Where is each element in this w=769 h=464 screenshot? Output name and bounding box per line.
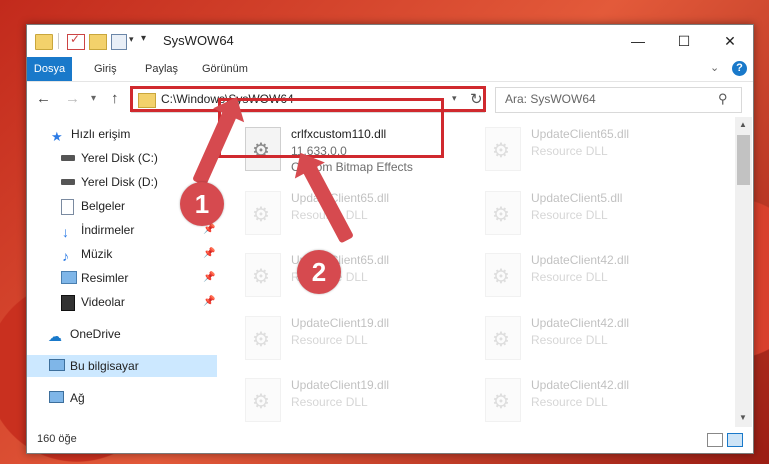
properties-check-icon[interactable] — [67, 32, 85, 50]
help-icon[interactable]: ? — [732, 61, 747, 76]
file-name: UpdateClient42.dll — [531, 316, 630, 330]
tiles-view-icon[interactable] — [727, 433, 743, 447]
dll-file-icon — [245, 378, 281, 422]
file-name: UpdateClient65.dll — [531, 127, 630, 141]
file-item[interactable]: UpdateClient19.dll Resource DLL — [219, 310, 449, 370]
star-icon: ★ — [51, 129, 63, 144]
file-item[interactable]: UpdateClient65.dll Resource DLL — [459, 121, 689, 181]
computer-icon — [49, 359, 65, 371]
tab-share[interactable]: Paylaş — [135, 57, 188, 81]
dll-file-icon — [485, 316, 521, 360]
sidebar-item-network[interactable]: Ağ — [27, 387, 217, 409]
file-description: Resource DLL — [291, 333, 368, 347]
dll-file-icon — [485, 378, 521, 422]
documents-icon — [61, 199, 74, 215]
step-1-badge: 1 — [180, 182, 224, 226]
pin-icon[interactable]: 📌 — [203, 243, 215, 265]
dll-file-icon — [245, 316, 281, 360]
file-item[interactable]: UpdateClient42.dll Resource DLL — [459, 372, 689, 427]
sidebar-item-quick-access[interactable]: ★ Hızlı erişim — [27, 123, 217, 145]
file-item[interactable]: UpdateClient42.dll Resource DLL — [459, 247, 689, 307]
sidebar-item-local-disk-c[interactable]: Yerel Disk (C:) — [27, 147, 217, 169]
file-description: Resource DLL — [531, 270, 608, 284]
sidebar-item-videos[interactable]: Videolar 📌 — [27, 291, 217, 313]
expand-ribbon-icon[interactable]: ⌄ — [710, 61, 719, 74]
vertical-scrollbar[interactable]: ▲ ▼ — [735, 117, 752, 427]
chevron-down-icon[interactable]: ▾ — [129, 34, 134, 45]
drive-icon — [61, 155, 75, 161]
scroll-up-icon[interactable]: ▲ — [739, 120, 747, 129]
window-title: SysWOW64 — [163, 33, 234, 48]
sidebar-item-this-pc[interactable]: Bu bilgisayar — [27, 355, 217, 377]
close-button[interactable]: ✕ — [707, 25, 753, 57]
file-description: Resource DLL — [531, 333, 608, 347]
drive-icon — [61, 179, 75, 185]
dll-file-icon — [485, 191, 521, 235]
title-bar: ▾ ▾ SysWOW64 — ☐ ✕ — [27, 25, 753, 57]
file-name: UpdateClient65.dll — [291, 191, 390, 205]
sidebar-item-onedrive[interactable]: ☁ OneDrive — [27, 323, 217, 345]
file-name: UpdateClient42.dll — [531, 378, 630, 392]
file-description: Resource DLL — [291, 395, 368, 409]
forward-arrow-icon[interactable]: → — [65, 90, 80, 107]
search-input[interactable]: Ara: SysWOW64 ⚲ — [495, 87, 742, 113]
ribbon-tabs: Dosya Giriş Paylaş Görünüm ⌄ ? — [27, 57, 753, 82]
step-2-badge: 2 — [297, 250, 341, 294]
file-item[interactable]: UpdateClient19.dll Resource DLL — [219, 372, 449, 427]
dll-file-icon — [245, 253, 281, 297]
dll-file-icon — [485, 253, 521, 297]
dll-file-icon — [485, 127, 521, 171]
customize-quick-access-icon[interactable]: ▾ — [141, 33, 146, 44]
tab-file[interactable]: Dosya — [27, 57, 72, 81]
minimize-button[interactable]: — — [615, 25, 661, 57]
tab-view[interactable]: Görünüm — [192, 57, 258, 81]
file-name: UpdateClient19.dll — [291, 378, 390, 392]
file-highlight-box — [218, 98, 444, 158]
back-arrow-icon[interactable]: ← — [36, 90, 51, 107]
new-folder-icon[interactable] — [89, 34, 107, 50]
scroll-thumb[interactable] — [737, 135, 750, 185]
pictures-icon — [61, 271, 77, 284]
sidebar-item-pictures[interactable]: Resimler 📌 — [27, 267, 217, 289]
sidebar-item-downloads[interactable]: ↓ İndirmeler 📌 — [27, 219, 217, 241]
navigation-pane: ★ Hızlı erişim Yerel Disk (C:) Yerel Dis… — [27, 117, 217, 427]
file-description: Resource DLL — [531, 208, 608, 222]
download-icon: ↓ — [62, 224, 69, 240]
pin-icon[interactable]: 📌 — [203, 291, 215, 313]
cloud-icon: ☁ — [48, 328, 62, 344]
folder-icon[interactable] — [35, 34, 53, 50]
file-explorer-window: ▾ ▾ SysWOW64 — ☐ ✕ Dosya Giriş Paylaş Gö… — [26, 24, 754, 454]
file-description: Resource DLL — [531, 144, 608, 158]
music-icon: ♪ — [62, 248, 69, 264]
file-name: UpdateClient19.dll — [291, 316, 390, 330]
file-description: Resource DLL — [531, 395, 608, 409]
sidebar-item-music[interactable]: ♪ Müzik 📌 — [27, 243, 217, 265]
recent-locations-icon[interactable]: ▾ — [91, 93, 96, 104]
file-name: UpdateClient42.dll — [531, 253, 630, 267]
details-view-icon[interactable] — [707, 433, 723, 447]
file-name: UpdateClient5.dll — [531, 191, 623, 205]
scroll-down-icon[interactable]: ▼ — [739, 413, 747, 422]
pin-icon[interactable]: 📌 — [203, 267, 215, 289]
maximize-button[interactable]: ☐ — [661, 25, 707, 57]
file-item[interactable]: UpdateClient42.dll Resource DLL — [459, 310, 689, 370]
dll-file-icon — [245, 191, 281, 235]
network-icon — [49, 391, 64, 403]
search-icon[interactable]: ⚲ — [718, 91, 728, 107]
toolbar-divider — [58, 33, 59, 49]
video-icon — [61, 295, 75, 311]
status-bar: 160 öğe — [27, 427, 753, 453]
file-item[interactable]: UpdateClient5.dll Resource DLL — [459, 185, 689, 245]
up-arrow-icon[interactable]: ↑ — [111, 90, 119, 107]
search-placeholder: Ara: SysWOW64 — [505, 92, 596, 106]
rename-icon[interactable] — [111, 34, 127, 50]
item-count: 160 öğe — [37, 433, 77, 445]
tab-home[interactable]: Giriş — [84, 57, 127, 81]
